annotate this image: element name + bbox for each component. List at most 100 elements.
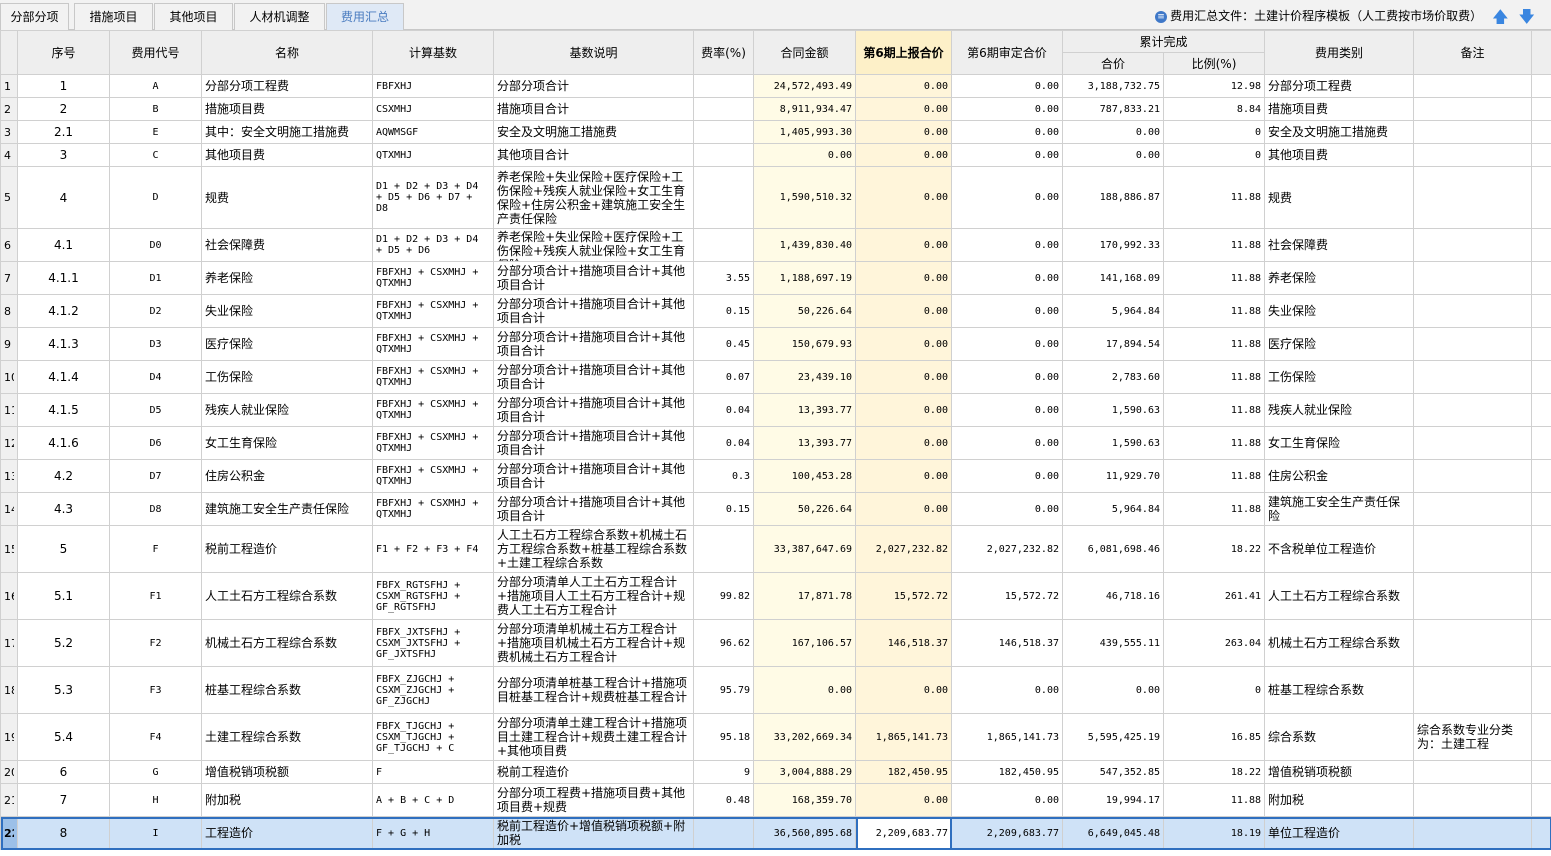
- table-row[interactable]: 7 4.1.1 D1 养老保险 FBFXHJ + CSXMHJ + QTXMHJ 分部分项…: [0, 261, 1551, 295]
- cell-desc[interactable]: 分部分项合计+措施项目合计+其他项目合计: [493, 426, 694, 460]
- cell-code[interactable]: E: [109, 120, 202, 144]
- table-row[interactable]: 206G增值税销项税额F税前工程造价93,004,888.29182,450.9…: [0, 760, 1551, 784]
- cell-period6-report[interactable]: 2,209,683.77: [855, 816, 952, 850]
- cell-period6-report[interactable]: 146,518.37: [855, 619, 952, 667]
- cell-period6-approved[interactable]: 146,518.37: [951, 619, 1063, 667]
- move-down-icon[interactable]: 🡇: [1519, 7, 1535, 27]
- cell-desc[interactable]: 分部分项工程费+措施项目费+其他项目费+规费: [493, 783, 694, 817]
- cell-code[interactable]: F1: [109, 572, 202, 620]
- header-code[interactable]: 费用代号: [109, 30, 202, 75]
- cell-cum-total[interactable]: 0.00: [1062, 666, 1164, 714]
- cell-remark[interactable]: 综合系数专业分类为：土建工程: [1413, 713, 1533, 761]
- cell-cum-total[interactable]: 5,595,425.19: [1062, 713, 1164, 761]
- cell-rate[interactable]: 0.48: [693, 783, 754, 817]
- cell-desc[interactable]: 措施项目合计: [493, 97, 694, 121]
- cell-extra[interactable]: [1531, 261, 1551, 295]
- cell-seq[interactable]: 5: [17, 525, 110, 573]
- row-number[interactable]: 1: [0, 74, 18, 98]
- cell-seq[interactable]: 1: [17, 74, 110, 98]
- cell-extra[interactable]: [1531, 143, 1551, 167]
- cell-contract[interactable]: 1,439,830.40: [753, 228, 856, 262]
- cell-code[interactable]: D6: [109, 426, 202, 460]
- row-number[interactable]: 10: [0, 360, 18, 394]
- cell-category[interactable]: 机械土石方工程综合系数: [1264, 619, 1415, 667]
- cell-remark[interactable]: [1413, 327, 1533, 361]
- cell-remark[interactable]: [1413, 74, 1533, 98]
- cell-period6-approved[interactable]: 1,865,141.73: [951, 713, 1063, 761]
- cell-category[interactable]: 建筑施工安全生产责任保险: [1264, 492, 1415, 526]
- cell-period6-approved[interactable]: 0.00: [951, 492, 1063, 526]
- cell-seq[interactable]: 4.1.5: [17, 393, 110, 427]
- cell-period6-approved[interactable]: 0.00: [951, 459, 1063, 493]
- cell-seq[interactable]: 4.3: [17, 492, 110, 526]
- cell-period6-approved[interactable]: 0.00: [951, 166, 1063, 229]
- cell-desc[interactable]: 分部分项清单土建工程合计+措施项目土建工程合计+规费土建工程合计+其他项目费: [493, 713, 694, 761]
- cell-seq[interactable]: 5.2: [17, 619, 110, 667]
- row-number[interactable]: 17: [0, 619, 18, 667]
- cell-name[interactable]: 人工土石方工程综合系数: [201, 572, 373, 620]
- header-seq[interactable]: 序号: [17, 30, 110, 75]
- cell-contract[interactable]: 24,572,493.49: [753, 74, 856, 98]
- cell-cum-total[interactable]: 188,886.87: [1062, 166, 1164, 229]
- cell-period6-approved[interactable]: 2,027,232.82: [951, 525, 1063, 573]
- cell-category[interactable]: 单位工程造价: [1264, 816, 1415, 850]
- header-desc[interactable]: 基数说明: [493, 30, 694, 75]
- cell-extra[interactable]: [1531, 166, 1551, 229]
- cell-remark[interactable]: [1413, 120, 1533, 144]
- cell-base[interactable]: FBFX_JXTSFHJ + CSXM_JXTSFHJ + GF_JXTSFHJ: [372, 619, 494, 667]
- cell-extra[interactable]: [1531, 360, 1551, 394]
- cell-rate[interactable]: [693, 120, 754, 144]
- table-row[interactable]: 5 4 D 规费 D1 + D2 + D3 + D4 + D5 + D6 + D7 + …: [0, 166, 1551, 229]
- tab-csxm[interactable]: 措施项目: [74, 3, 153, 30]
- cell-rate[interactable]: [693, 525, 754, 573]
- cell-period6-approved[interactable]: 0.00: [951, 426, 1063, 460]
- cell-cum-total[interactable]: 5,964.84: [1062, 492, 1164, 526]
- cell-period6-approved[interactable]: 0.00: [951, 783, 1063, 817]
- cell-period6-approved[interactable]: 0.00: [951, 228, 1063, 262]
- cell-cum-total[interactable]: 170,992.33: [1062, 228, 1164, 262]
- cell-name[interactable]: 失业保险: [201, 294, 373, 328]
- cell-remark[interactable]: [1413, 666, 1533, 714]
- cell-cum-total[interactable]: 141,168.09: [1062, 261, 1164, 295]
- cell-cum-ratio[interactable]: 16.85: [1162, 713, 1266, 761]
- header-remark[interactable]: 备注: [1413, 30, 1533, 75]
- cell-period6-report[interactable]: 2,027,232.82: [855, 525, 952, 573]
- cell-code[interactable]: B: [109, 97, 202, 121]
- cell-period6-approved[interactable]: 0.00: [951, 360, 1063, 394]
- cell-cum-total[interactable]: 1,590.63: [1062, 393, 1164, 427]
- cell-cum-ratio[interactable]: 11.88: [1162, 360, 1266, 394]
- cell-cum-ratio[interactable]: 11.88: [1162, 393, 1266, 427]
- table-row[interactable]: 165.1F1人工土石方工程综合系数FBFX_RGTSFHJ + CSXM_RG…: [0, 572, 1551, 620]
- cell-cum-ratio[interactable]: 11.88: [1162, 783, 1266, 817]
- cell-remark[interactable]: [1413, 97, 1533, 121]
- cell-period6-report[interactable]: 0.00: [855, 74, 952, 98]
- cell-code[interactable]: A: [109, 74, 202, 98]
- cell-rate[interactable]: [693, 97, 754, 121]
- cell-period6-approved[interactable]: 182,450.95: [951, 760, 1063, 784]
- cell-category[interactable]: 人工土石方工程综合系数: [1264, 572, 1415, 620]
- table-row[interactable]: 8 4.1.2 D2 失业保险 FBFXHJ + CSXMHJ + QTXMHJ 分部分项…: [0, 294, 1551, 328]
- cell-rate[interactable]: 95.18: [693, 713, 754, 761]
- cell-code[interactable]: I: [109, 816, 202, 850]
- cell-desc[interactable]: 人工土石方工程综合系数+机械土石方工程综合系数+桩基工程综合系数+土建工程综合系…: [493, 525, 694, 573]
- cell-period6-report[interactable]: 0.00: [855, 261, 952, 295]
- cell-remark[interactable]: [1413, 619, 1533, 667]
- cell-extra[interactable]: [1531, 393, 1551, 427]
- cell-seq[interactable]: 3: [17, 143, 110, 167]
- cell-desc[interactable]: 安全及文明施工措施费: [493, 120, 694, 144]
- cell-rate[interactable]: [693, 143, 754, 167]
- cell-contract[interactable]: 13,393.77: [753, 426, 856, 460]
- cell-cum-ratio[interactable]: 18.22: [1162, 760, 1266, 784]
- cell-remark[interactable]: [1413, 228, 1533, 262]
- cell-name[interactable]: 养老保险: [201, 261, 373, 295]
- row-number[interactable]: 5: [0, 166, 18, 229]
- cell-period6-approved[interactable]: 0.00: [951, 74, 1063, 98]
- row-number[interactable]: 4: [0, 143, 18, 167]
- cell-name[interactable]: 税前工程造价: [201, 525, 373, 573]
- cell-period6-report[interactable]: 0.00: [855, 393, 952, 427]
- cell-desc[interactable]: 养老保险+失业保险+医疗保险+工伤保险+残疾人就业保险+女工生育保险+住房公积金…: [493, 166, 694, 229]
- cell-name[interactable]: 工程造价: [201, 816, 373, 850]
- header-cumulative[interactable]: 累计完成: [1061, 30, 1266, 53]
- cell-name[interactable]: 社会保障费: [201, 228, 373, 262]
- cell-cum-ratio[interactable]: 11.88: [1162, 294, 1266, 328]
